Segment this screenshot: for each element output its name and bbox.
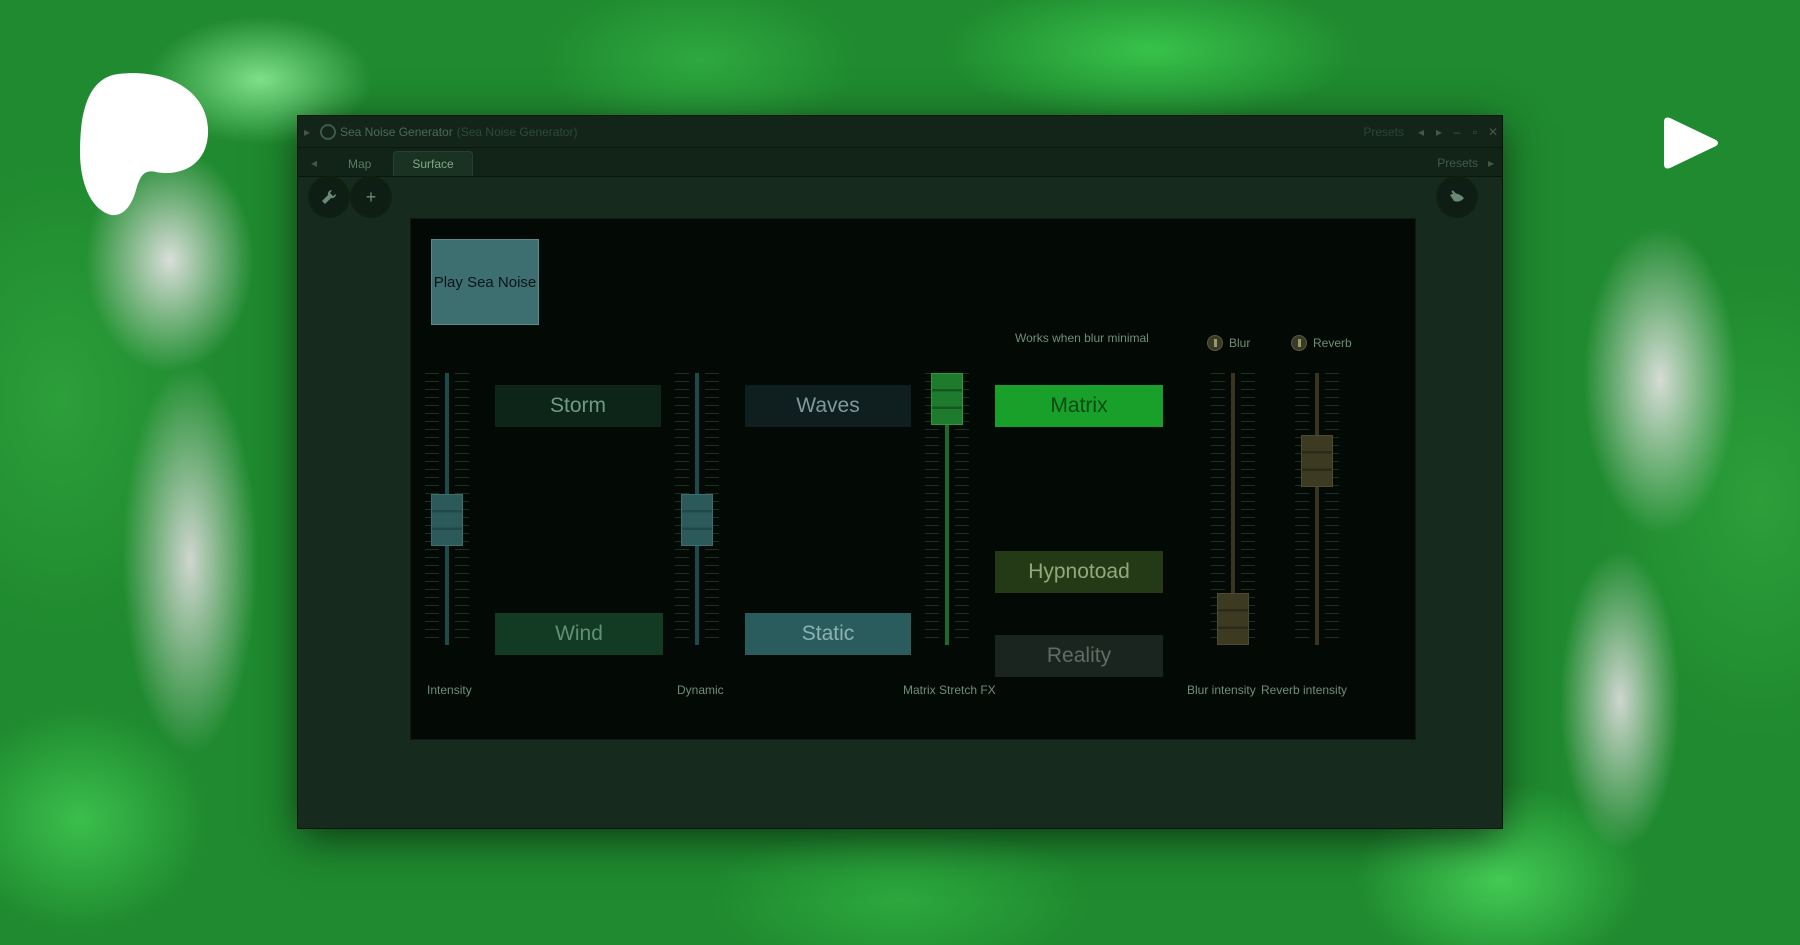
- reverb-toggle[interactable]: Reverb: [1291, 335, 1352, 351]
- close-icon[interactable]: ✕: [1486, 125, 1500, 139]
- blur-toggle-label: Blur: [1229, 336, 1251, 350]
- matrix-stretch-label: Matrix Stretch FX: [903, 683, 996, 697]
- plugin-window: ▸ Sea Noise Generator (Sea Noise Generat…: [298, 116, 1502, 828]
- storm-pad[interactable]: Storm: [495, 385, 661, 427]
- gear-icon: [320, 123, 336, 140]
- reverb-intensity-handle[interactable]: [1301, 434, 1333, 487]
- blur-note: Works when blur minimal: [1015, 331, 1149, 345]
- maximize-icon[interactable]: ▫: [1468, 125, 1482, 139]
- tab-map[interactable]: Map: [330, 152, 389, 176]
- blur-toggle[interactable]: Blur: [1207, 335, 1250, 351]
- surface-panel: Play Sea Noise Works when blur minimal S…: [410, 218, 1416, 740]
- patreon-logo: [80, 73, 209, 216]
- add-button[interactable]: +: [352, 178, 390, 216]
- reverb-intensity-fader[interactable]: [1295, 373, 1339, 645]
- window-title: Sea Noise Generator: [340, 124, 453, 139]
- presets-label[interactable]: Presets: [1363, 125, 1404, 139]
- next-preset-icon[interactable]: ▸: [1432, 125, 1446, 139]
- tab-presets-label[interactable]: Presets: [1437, 150, 1478, 176]
- blur-intensity-fader[interactable]: [1211, 373, 1255, 645]
- menu-arrow-icon[interactable]: ▸: [298, 125, 316, 139]
- window-subtitle: (Sea Noise Generator): [456, 124, 578, 139]
- minimize-icon[interactable]: –: [1450, 125, 1464, 139]
- intensity-label: Intensity: [427, 683, 472, 697]
- plus-icon: +: [365, 186, 377, 207]
- intensity-handle[interactable]: [431, 494, 463, 546]
- wrench-icon: [322, 189, 337, 204]
- fruit-button[interactable]: [1438, 178, 1476, 216]
- waves-pad[interactable]: Waves: [745, 385, 911, 427]
- play-sea-noise-button[interactable]: Play Sea Noise: [431, 239, 539, 325]
- intensity-fader[interactable]: [425, 373, 469, 645]
- static-pad[interactable]: Static: [745, 613, 911, 655]
- dynamic-handle[interactable]: [681, 494, 713, 546]
- tab-bar: ◂ Map Surface Presets ▸: [298, 148, 1502, 177]
- blur-power-icon[interactable]: [1207, 335, 1223, 351]
- tab-surface[interactable]: Surface: [393, 151, 473, 176]
- tab-back-icon[interactable]: ◂: [298, 150, 330, 176]
- prev-preset-icon[interactable]: ◂: [1414, 125, 1428, 139]
- matrix-stretch-fader[interactable]: [925, 373, 969, 645]
- reverb-intensity-label: Reverb intensity: [1261, 683, 1348, 697]
- reality-pad[interactable]: Reality: [995, 635, 1163, 677]
- matrix-pad[interactable]: Matrix: [995, 385, 1163, 427]
- reverb-toggle-label: Reverb: [1313, 336, 1352, 350]
- tab-forward-icon[interactable]: ▸: [1488, 150, 1494, 176]
- play-icon: [1664, 117, 1718, 169]
- dynamic-fader[interactable]: [675, 373, 719, 645]
- wrench-button[interactable]: [310, 178, 348, 216]
- dynamic-label: Dynamic: [677, 683, 724, 697]
- blur-intensity-handle[interactable]: [1217, 593, 1249, 645]
- title-bar: ▸ Sea Noise Generator (Sea Noise Generat…: [298, 116, 1502, 148]
- reverb-power-icon[interactable]: [1291, 335, 1307, 351]
- wind-pad[interactable]: Wind: [495, 613, 663, 655]
- blur-intensity-label: Blur intensity: [1187, 683, 1256, 697]
- matrix-stretch-handle[interactable]: [931, 373, 963, 425]
- fruit-icon: [1450, 190, 1464, 202]
- hypnotoad-pad[interactable]: Hypnotoad: [995, 551, 1163, 593]
